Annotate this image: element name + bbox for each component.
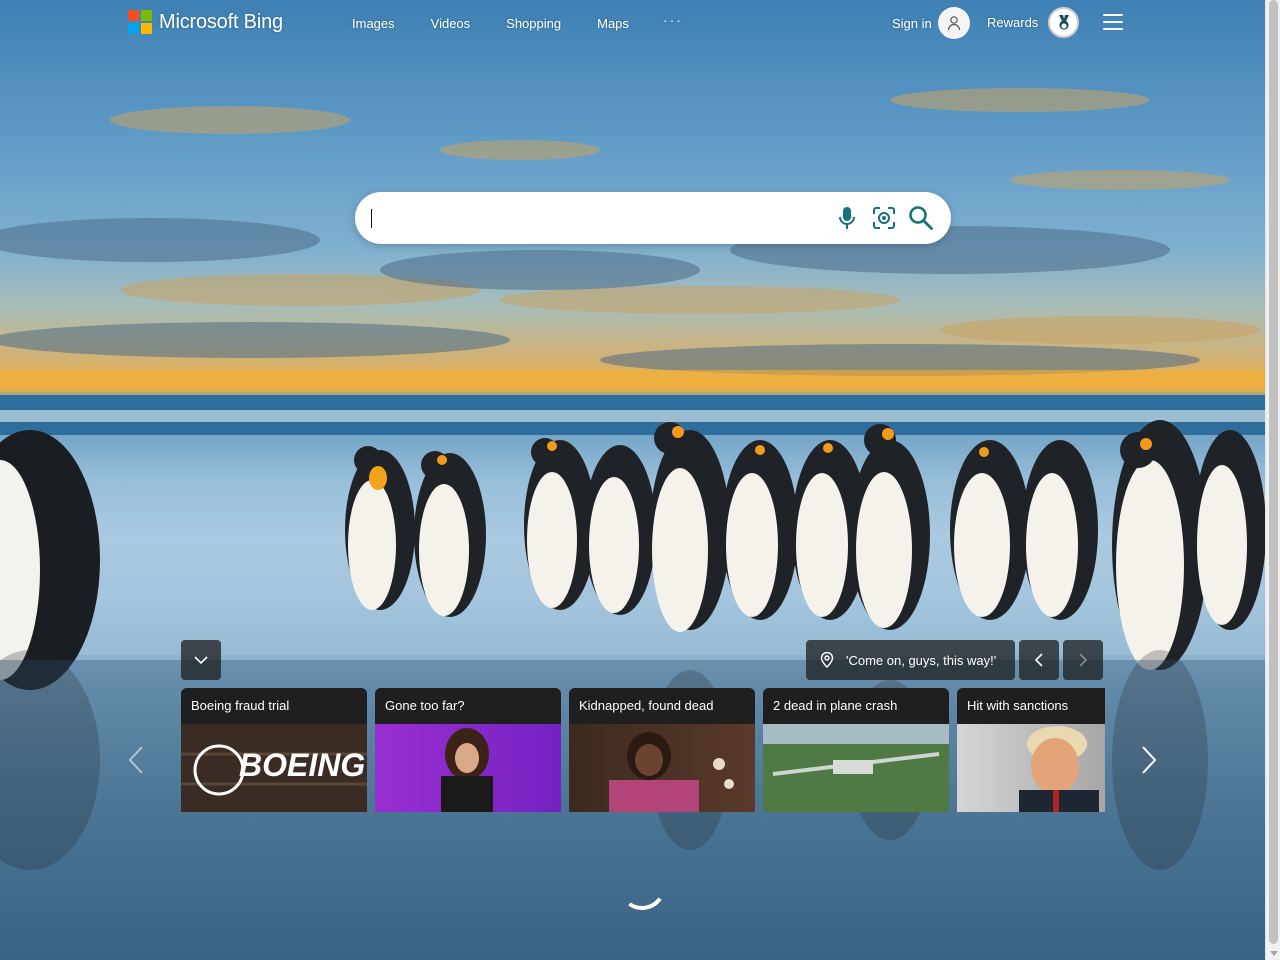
chevron-right-icon (1142, 746, 1157, 774)
background-image (0, 0, 1265, 960)
news-card[interactable]: 2 dead in plane crash (763, 688, 949, 812)
nav-videos[interactable]: Videos (431, 16, 471, 31)
image-caption-button[interactable]: 'Come on, guys, this way!' (806, 640, 1015, 680)
news-card-image (957, 724, 1105, 812)
search-box (355, 192, 951, 244)
news-card[interactable]: Boeing fraud trial BOEING (181, 688, 367, 812)
scroll-down-arrow[interactable] (1270, 951, 1278, 956)
search-icon[interactable] (908, 205, 934, 231)
news-card-title: 2 dead in plane crash (763, 688, 949, 724)
carousel-next-button[interactable] (1137, 742, 1161, 778)
location-pin-icon (820, 652, 834, 668)
news-card-image (569, 724, 755, 812)
nav-more-button[interactable]: ··· (663, 12, 683, 31)
news-card-title: Gone too far? (375, 688, 561, 724)
collapse-feed-button[interactable] (181, 640, 221, 680)
nav-images[interactable]: Images (352, 16, 395, 31)
microsoft-logo-icon (128, 10, 152, 34)
news-card-image (763, 724, 949, 812)
text-caret (371, 209, 372, 228)
news-card-title: Hit with sanctions (957, 688, 1105, 724)
news-card[interactable]: Gone too far? (375, 688, 561, 812)
chevron-left-icon (128, 746, 143, 774)
next-image-button[interactable] (1063, 640, 1103, 680)
scrollbar-thumb[interactable] (1269, 0, 1278, 944)
news-card[interactable]: Kidnapped, found dead (569, 688, 755, 812)
header: Microsoft Bing Images Videos Shopping Ma… (0, 0, 1265, 46)
page-scrollbar[interactable] (1265, 0, 1280, 960)
brand-name: Microsoft Bing (159, 10, 283, 33)
top-nav: Images Videos Shopping Maps ··· (352, 12, 683, 31)
rewards-label: Rewards (987, 15, 1039, 30)
sign-in-label: Sign in (892, 15, 932, 31)
news-card[interactable]: Hit with sanctions (957, 688, 1105, 812)
chevron-down-icon (194, 656, 208, 665)
news-card-image (375, 724, 561, 812)
nav-maps[interactable]: Maps (597, 16, 629, 31)
visual-search-icon[interactable] (871, 205, 897, 231)
news-card-title: Boeing fraud trial (181, 688, 367, 724)
news-card-title: Kidnapped, found dead (569, 688, 755, 724)
previous-image-button[interactable] (1019, 640, 1059, 680)
chevron-left-icon (1034, 653, 1043, 667)
search-input[interactable] (371, 205, 811, 231)
avatar-icon (937, 7, 970, 39)
rewards-medal-icon (1048, 7, 1080, 38)
nav-shopping[interactable]: Shopping (506, 16, 561, 31)
menu-icon[interactable] (1103, 14, 1123, 30)
microphone-icon[interactable] (834, 205, 860, 231)
carousel-prev-button[interactable] (124, 742, 148, 778)
news-card-image: BOEING (181, 724, 367, 812)
news-carousel: Boeing fraud trial BOEING Gone too far? … (181, 688, 1105, 812)
image-caption-text: 'Come on, guys, this way!' (846, 652, 997, 668)
boeing-logo-text: BOEING (239, 747, 365, 783)
chevron-right-icon (1079, 653, 1088, 667)
penguins-scene (0, 88, 1265, 960)
bing-logo[interactable]: Microsoft Bing (128, 10, 283, 34)
rewards-button[interactable]: Rewards (987, 7, 1080, 38)
sign-in-button[interactable]: Sign in (892, 7, 970, 39)
